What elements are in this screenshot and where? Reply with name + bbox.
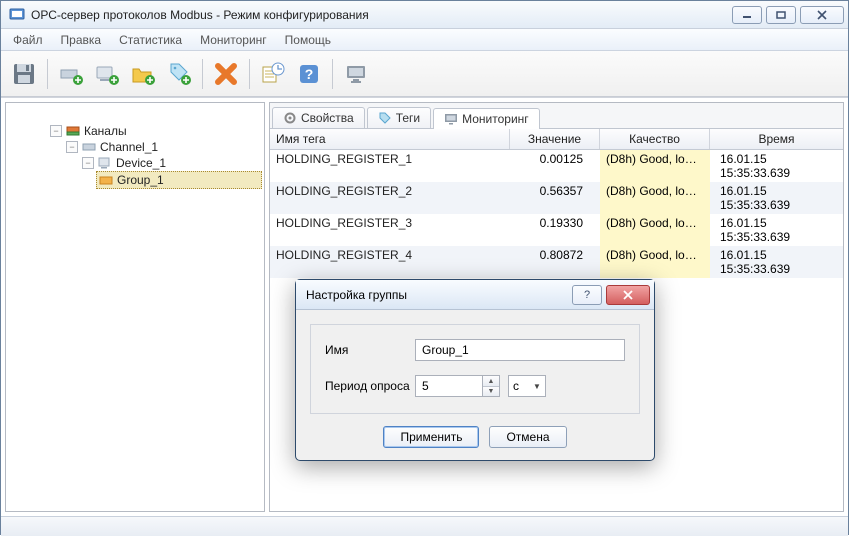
table-row[interactable]: HOLDING_REGISTER_4 0.80872 (D8h) Good, l…: [270, 246, 843, 278]
cell-name: HOLDING_REGISTER_4: [270, 246, 510, 278]
col-name[interactable]: Имя тега: [270, 129, 510, 149]
tree-group[interactable]: Group_1: [96, 171, 262, 189]
name-input[interactable]: [415, 339, 625, 361]
help-icon[interactable]: ?: [292, 57, 326, 91]
minus-icon[interactable]: −: [66, 141, 78, 153]
cell-name: HOLDING_REGISTER_2: [270, 182, 510, 214]
window-title: ОРС-сервер протоколов Modbus - Режим кон…: [31, 8, 732, 22]
tag-icon: [378, 111, 392, 125]
table-header: Имя тега Значение Качество Время: [270, 129, 843, 150]
period-label: Период опроса: [325, 379, 415, 393]
menu-file[interactable]: Файл: [5, 31, 51, 49]
add-tag-icon[interactable]: [162, 57, 196, 91]
tab-monitoring[interactable]: Мониторинг: [433, 108, 540, 129]
toolbar: ?: [1, 51, 848, 97]
table-row[interactable]: HOLDING_REGISTER_2 0.56357 (D8h) Good, l…: [270, 182, 843, 214]
monitor-icon[interactable]: [339, 57, 373, 91]
menubar: Файл Правка Статистика Мониторинг Помощь: [1, 29, 848, 51]
cell-value: 0.56357: [510, 182, 600, 214]
tree-device[interactable]: − Device_1: [80, 155, 262, 171]
tab-properties-label: Свойства: [301, 111, 354, 125]
tree-root[interactable]: − Каналы: [48, 123, 262, 139]
schedule-icon[interactable]: [256, 57, 290, 91]
cell-time: 16.01.15 15:35:33.639: [710, 214, 843, 246]
menu-edit[interactable]: Правка: [53, 31, 110, 49]
apply-button[interactable]: Применить: [383, 426, 479, 448]
col-value[interactable]: Значение: [510, 129, 600, 149]
delete-icon[interactable]: [209, 57, 243, 91]
dialog-titlebar: Настройка группы ?: [296, 280, 654, 310]
chevron-down-icon: ▼: [533, 382, 541, 391]
cell-time: 16.01.15 15:35:33.639: [710, 150, 843, 182]
add-channel-icon[interactable]: [54, 57, 88, 91]
add-device-icon[interactable]: [90, 57, 124, 91]
tab-tags-label: Теги: [396, 111, 420, 125]
app-icon: [9, 7, 25, 23]
status-bar: [1, 516, 848, 536]
menu-statistics[interactable]: Статистика: [111, 31, 190, 49]
minus-icon[interactable]: −: [82, 157, 94, 169]
menu-help[interactable]: Помощь: [277, 31, 339, 49]
cell-name: HOLDING_REGISTER_1: [270, 150, 510, 182]
unit-value: с: [513, 379, 519, 393]
table-body: HOLDING_REGISTER_1 0.00125 (D8h) Good, l…: [270, 150, 843, 278]
tree-group-label: Group_1: [117, 173, 164, 187]
menu-monitoring[interactable]: Мониторинг: [192, 31, 275, 49]
cancel-button[interactable]: Отмена: [489, 426, 566, 448]
period-input[interactable]: [415, 375, 483, 397]
dialog-help-button[interactable]: ?: [572, 285, 602, 305]
gear-icon: [283, 111, 297, 125]
group-settings-dialog: Настройка группы ? Имя Период опроса ▲ ▼: [295, 279, 655, 461]
spin-down-icon[interactable]: ▼: [483, 386, 499, 396]
name-label: Имя: [325, 343, 415, 357]
cell-quality: (D8h) Good, lo…: [600, 150, 710, 182]
channel-icon: [82, 140, 96, 154]
tree-channel[interactable]: − Channel_1: [64, 139, 262, 155]
table-row[interactable]: HOLDING_REGISTER_1 0.00125 (D8h) Good, l…: [270, 150, 843, 182]
cell-value: 0.19330: [510, 214, 600, 246]
cell-time: 16.01.15 15:35:33.639: [710, 246, 843, 278]
titlebar: ОРС-сервер протоколов Modbus - Режим кон…: [1, 1, 848, 29]
close-button[interactable]: [800, 6, 844, 24]
unit-combo[interactable]: с ▼: [508, 375, 546, 397]
svg-text:?: ?: [305, 66, 314, 82]
tab-tags[interactable]: Теги: [367, 107, 431, 128]
device-icon: [98, 156, 112, 170]
save-icon[interactable]: [7, 57, 41, 91]
tree-root-label: Каналы: [84, 124, 127, 138]
add-folder-icon[interactable]: [126, 57, 160, 91]
monitor-small-icon: [444, 112, 458, 126]
col-quality[interactable]: Качество: [600, 129, 710, 149]
spin-up-icon[interactable]: ▲: [483, 376, 499, 386]
cell-name: HOLDING_REGISTER_3: [270, 214, 510, 246]
minus-icon[interactable]: −: [50, 125, 62, 137]
col-time[interactable]: Время: [710, 129, 843, 149]
channels-icon: [66, 124, 80, 138]
tree-pane: − Каналы − Channel_1 −: [5, 102, 265, 512]
cell-quality: (D8h) Good, lo…: [600, 182, 710, 214]
cell-time: 16.01.15 15:35:33.639: [710, 182, 843, 214]
cell-quality: (D8h) Good, lo…: [600, 214, 710, 246]
cell-value: 0.80872: [510, 246, 600, 278]
minimize-button[interactable]: [732, 6, 762, 24]
dialog-title: Настройка группы: [306, 288, 407, 302]
table-row[interactable]: HOLDING_REGISTER_3 0.19330 (D8h) Good, l…: [270, 214, 843, 246]
maximize-button[interactable]: [766, 6, 796, 24]
tree-device-label: Device_1: [116, 156, 166, 170]
tab-properties[interactable]: Свойства: [272, 107, 365, 128]
tree-channel-label: Channel_1: [100, 140, 158, 154]
group-icon: [99, 173, 113, 187]
cell-quality: (D8h) Good, lo…: [600, 246, 710, 278]
tab-monitoring-label: Мониторинг: [462, 112, 529, 126]
dialog-close-button[interactable]: [606, 285, 650, 305]
tabs: Свойства Теги Мониторинг: [270, 103, 843, 129]
cell-value: 0.00125: [510, 150, 600, 182]
